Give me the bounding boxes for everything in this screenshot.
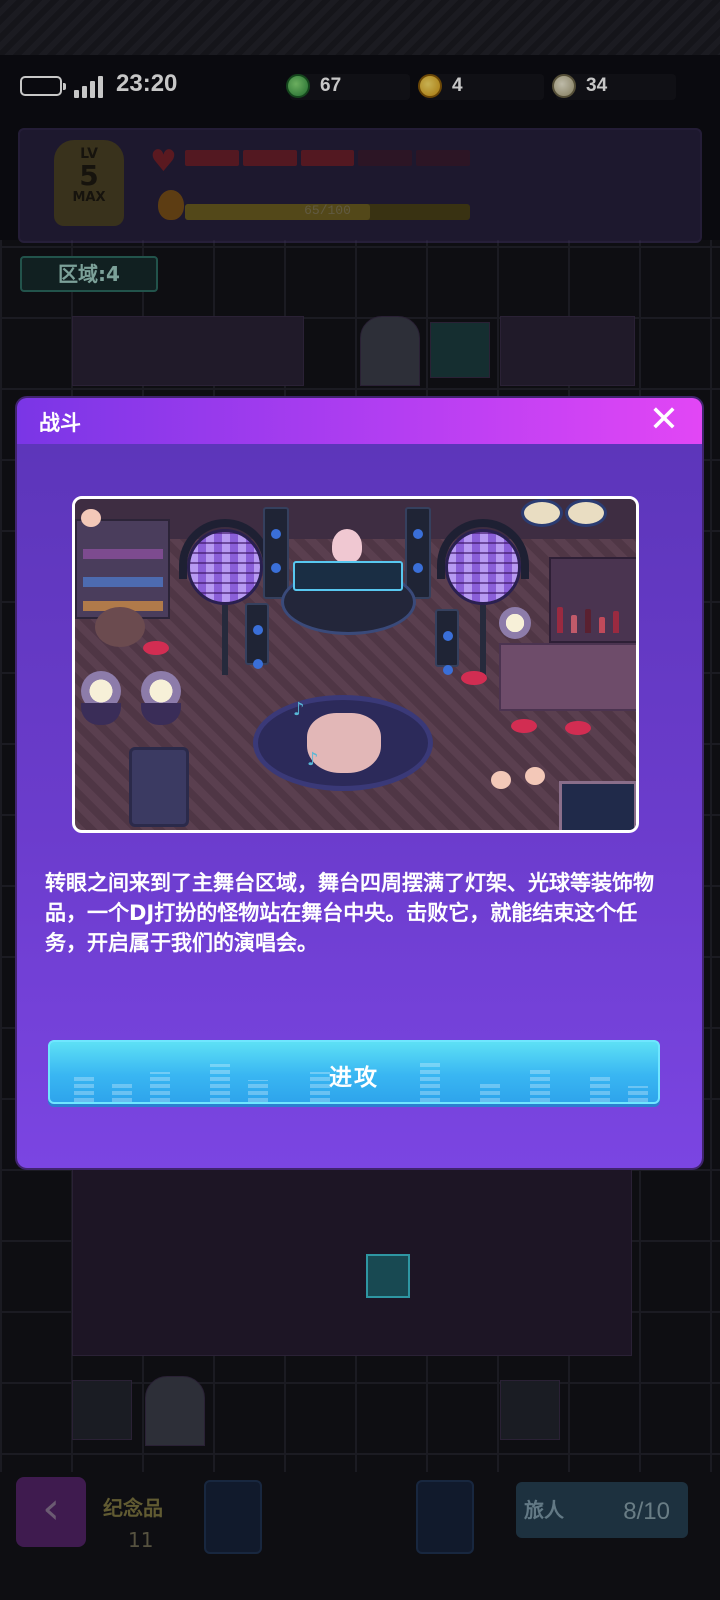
scene-tv [559,781,636,830]
scene-stand [480,605,486,675]
scene-bunny [525,767,545,785]
close-icon: ✕ [648,399,680,440]
scene-stand [222,605,228,675]
music-note-icon: ♪ [307,749,319,770]
scene-drum [565,499,607,527]
scene-disco-ball [187,529,263,605]
scene-dj-desk [293,561,403,591]
scene-speaker [245,603,269,669]
scene-bunny [491,771,511,789]
scene-bar-counter [499,643,636,711]
scene-speaker [263,507,289,599]
scene-sofa [129,747,189,827]
scene-disco-ball [445,529,521,605]
scene-speaker [405,507,431,599]
dialog-description: 转眼之间来到了主舞台区域，舞台四周摆满了灯架、光球等装饰物品，一个DJ打扮的怪物… [45,871,654,955]
scene-stool [143,641,169,655]
stage-scene-image: ♪ ♪ [72,496,639,833]
attack-button[interactable]: 进攻 [48,1040,660,1104]
scene-bottle-shelf [549,557,636,643]
scene-table [95,607,145,647]
scene-drum [521,499,563,527]
music-note-icon: ♪ [293,699,305,720]
scene-flower [499,607,531,639]
dialog-title: 战斗 [39,411,81,435]
attack-button-label: 进攻 [329,1065,379,1091]
scene-stool [565,721,591,735]
dialog-header: 战斗 ✕ [17,398,702,444]
scene-speaker [435,609,459,675]
scene-pot [81,703,121,725]
battle-dialog: 战斗 ✕ ♪ ♪ 转眼之间来到了主舞台区域，舞台四周摆满了灯架、光球等装饰物品，… [17,398,702,1168]
scene-dj-monster [332,529,362,563]
scene-bottles [557,603,636,633]
scene-bunny [81,509,101,527]
close-button[interactable]: ✕ [646,402,682,438]
scene-shelf [75,519,170,619]
scene-pot [141,703,181,725]
scene-stool [461,671,487,685]
scene-stool [511,719,537,733]
